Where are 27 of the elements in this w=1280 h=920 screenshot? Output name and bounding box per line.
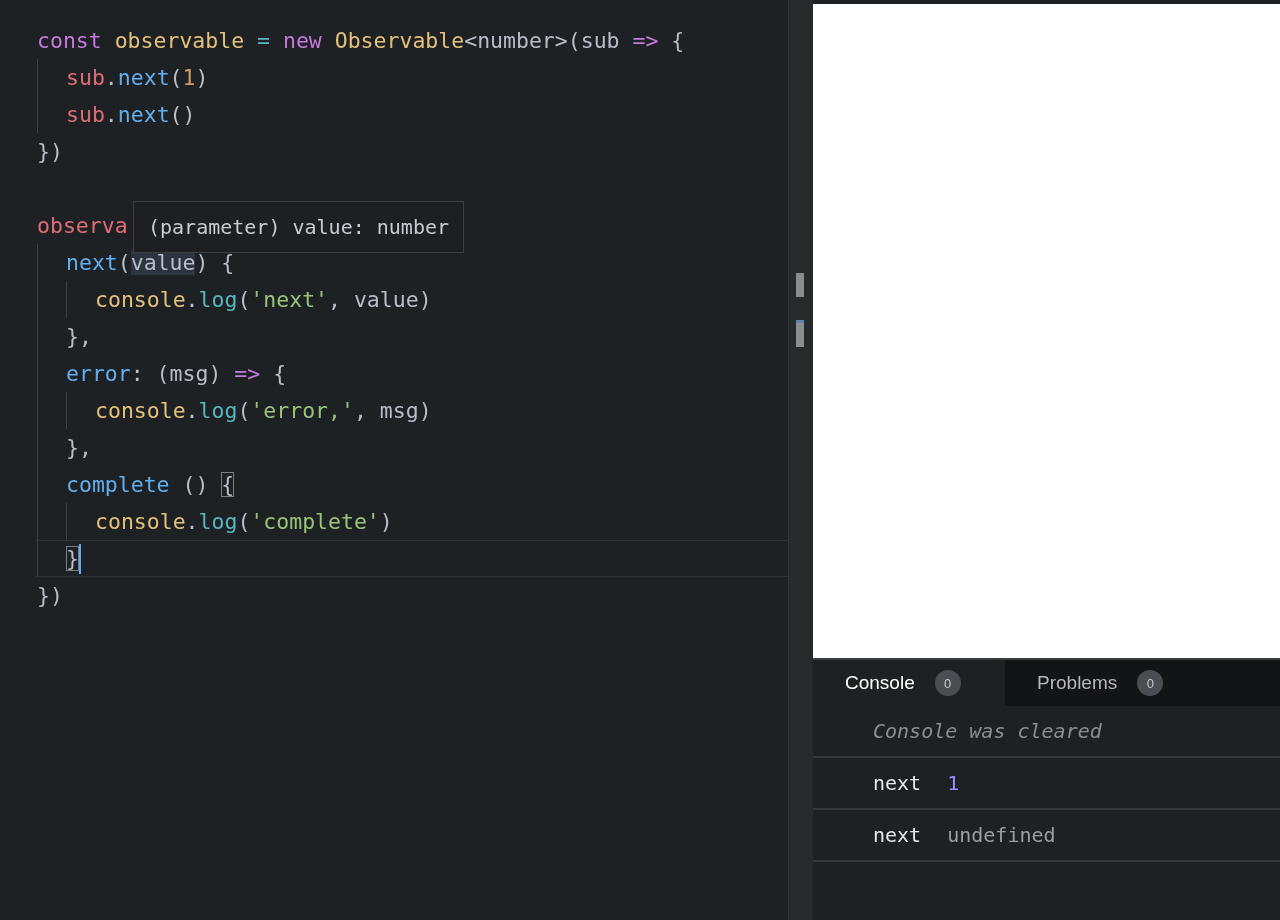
- code-line: console.log('error,', msg): [95, 398, 432, 423]
- count-badge: 0: [934, 670, 961, 696]
- count-badge: 0: [1137, 670, 1164, 696]
- code-line: const observable = new Observable<number>(sub => {: [37, 28, 685, 53]
- code-line: },: [66, 324, 92, 349]
- scrollbar-mark: [796, 320, 804, 347]
- console-message: Console was cleared: [873, 719, 1102, 743]
- code-line: },: [66, 435, 92, 460]
- log-label: next: [873, 771, 922, 795]
- code-line: }: [66, 546, 79, 571]
- code-line: observa: [37, 213, 128, 238]
- scrollbar-mark: [796, 273, 804, 297]
- code-line: error: (msg) => {: [66, 361, 287, 386]
- text-cursor: [78, 543, 81, 574]
- log-value: undefined: [947, 823, 1056, 847]
- code-line: }): [37, 139, 63, 164]
- code-line: complete () {: [66, 472, 235, 497]
- code-line: console.log('complete'): [95, 509, 393, 534]
- hover-tooltip: (parameter) value: number: [133, 201, 465, 253]
- log-value: 1: [947, 771, 960, 795]
- code-line: console.log('next', value): [95, 287, 432, 312]
- code-line: sub.next(1): [66, 65, 209, 90]
- code-line: next(value) {: [66, 250, 235, 275]
- code-line: sub.next(): [66, 102, 196, 127]
- log-label: next: [873, 823, 922, 847]
- console-tab[interactable]: Console 0: [813, 660, 1005, 706]
- code-line: }): [37, 583, 63, 608]
